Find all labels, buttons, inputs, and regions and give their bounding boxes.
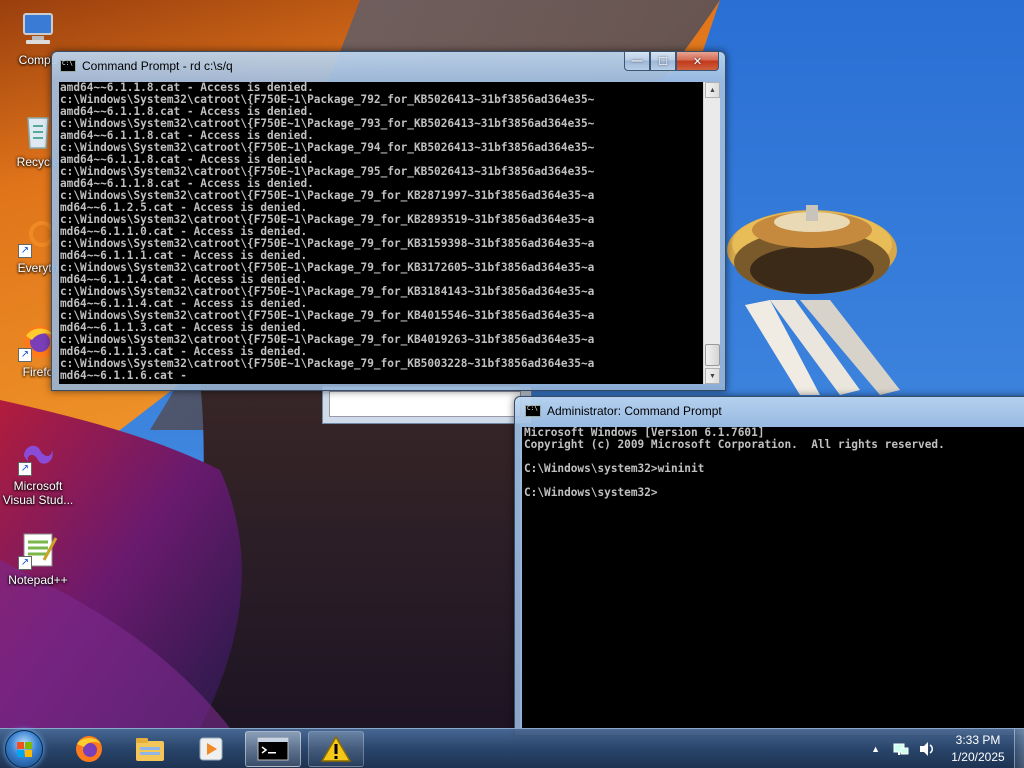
background-window[interactable] <box>322 386 532 424</box>
taskbar-firefox[interactable] <box>61 731 117 767</box>
minimize-button[interactable]: — <box>624 52 650 71</box>
background-window-content <box>329 391 521 417</box>
admin-console-output[interactable]: Microsoft Windows [Version 6.1.7601] Copy… <box>522 427 1024 729</box>
console-line: C:\Windows\system32>wininit <box>524 462 705 475</box>
windows-logo-icon <box>17 742 33 758</box>
admin-window-titlebar[interactable]: Administrator: Command Prompt <box>515 397 1024 425</box>
notepad-plus-plus-icon: ↗ <box>18 530 58 570</box>
maximize-button[interactable]: ☐ <box>650 52 676 71</box>
network-icon[interactable] <box>892 741 910 757</box>
volume-icon[interactable] <box>918 741 936 757</box>
system-tray: ▲ 3:33 PM 1/20/2025 <box>871 729 1024 768</box>
scroll-down-button[interactable]: ▼ <box>705 368 720 384</box>
explorer-icon <box>136 738 164 761</box>
window-title: Command Prompt - rd c:\s/q <box>82 59 233 73</box>
scroll-thumb[interactable] <box>705 344 720 366</box>
taskbar-command-prompt[interactable] <box>245 731 301 767</box>
close-button[interactable]: ✕ <box>676 52 719 71</box>
command-prompt-icon <box>257 737 289 761</box>
desktop-icon-notepad-plus-plus[interactable]: ↗ Notepad++ <box>0 530 78 587</box>
vertical-scrollbar[interactable]: ▲ ▼ <box>703 82 720 384</box>
taskbar-explorer[interactable] <box>122 731 178 767</box>
command-prompt-icon <box>525 405 541 417</box>
desktop-icon-label: Notepad++ <box>8 573 68 587</box>
computer-icon <box>18 10 58 50</box>
console-line: Copyright (c) 2009 Microsoft Corporation… <box>524 438 945 451</box>
clock-time: 3:33 PM <box>955 733 1001 747</box>
scroll-up-button[interactable]: ▲ <box>705 82 720 98</box>
cmd-window-admin[interactable]: Administrator: Command Prompt Microsoft … <box>514 396 1024 736</box>
command-prompt-icon <box>60 60 76 72</box>
console-line: md64~~6.1.1.6.cat - <box>60 369 187 382</box>
show-desktop-button[interactable] <box>1014 729 1024 768</box>
taskbar: ▲ 3:33 PM 1/20/2025 <box>0 728 1024 768</box>
console-line: C:\Windows\system32> <box>524 486 658 499</box>
taskbar-media-player[interactable] <box>183 731 239 767</box>
firefox-icon <box>76 736 102 762</box>
admin-window-title: Administrator: Command Prompt <box>547 404 722 418</box>
warning-icon <box>320 735 352 762</box>
system-clock[interactable]: 3:33 PM 1/20/2025 <box>946 732 1010 766</box>
cmd-window-rd[interactable]: Command Prompt - rd c:\s/q — ☐ ✕ amd64~~… <box>51 51 726 391</box>
start-button[interactable] <box>5 730 43 768</box>
media-player-icon <box>199 737 223 761</box>
desktop-icon-label: Microsoft Visual Stud... <box>2 479 74 507</box>
show-hidden-icons-button[interactable]: ▲ <box>871 744 880 754</box>
desktop-icon-visual-studio[interactable]: ↗ Microsoft Visual Stud... <box>0 436 78 507</box>
taskbar-warning[interactable] <box>308 731 364 767</box>
clock-date: 1/20/2025 <box>951 750 1005 764</box>
console-output[interactable]: amd64~~6.1.1.8.cat - Access is denied. c:… <box>59 82 703 384</box>
visual-studio-icon: ↗ <box>18 436 58 476</box>
